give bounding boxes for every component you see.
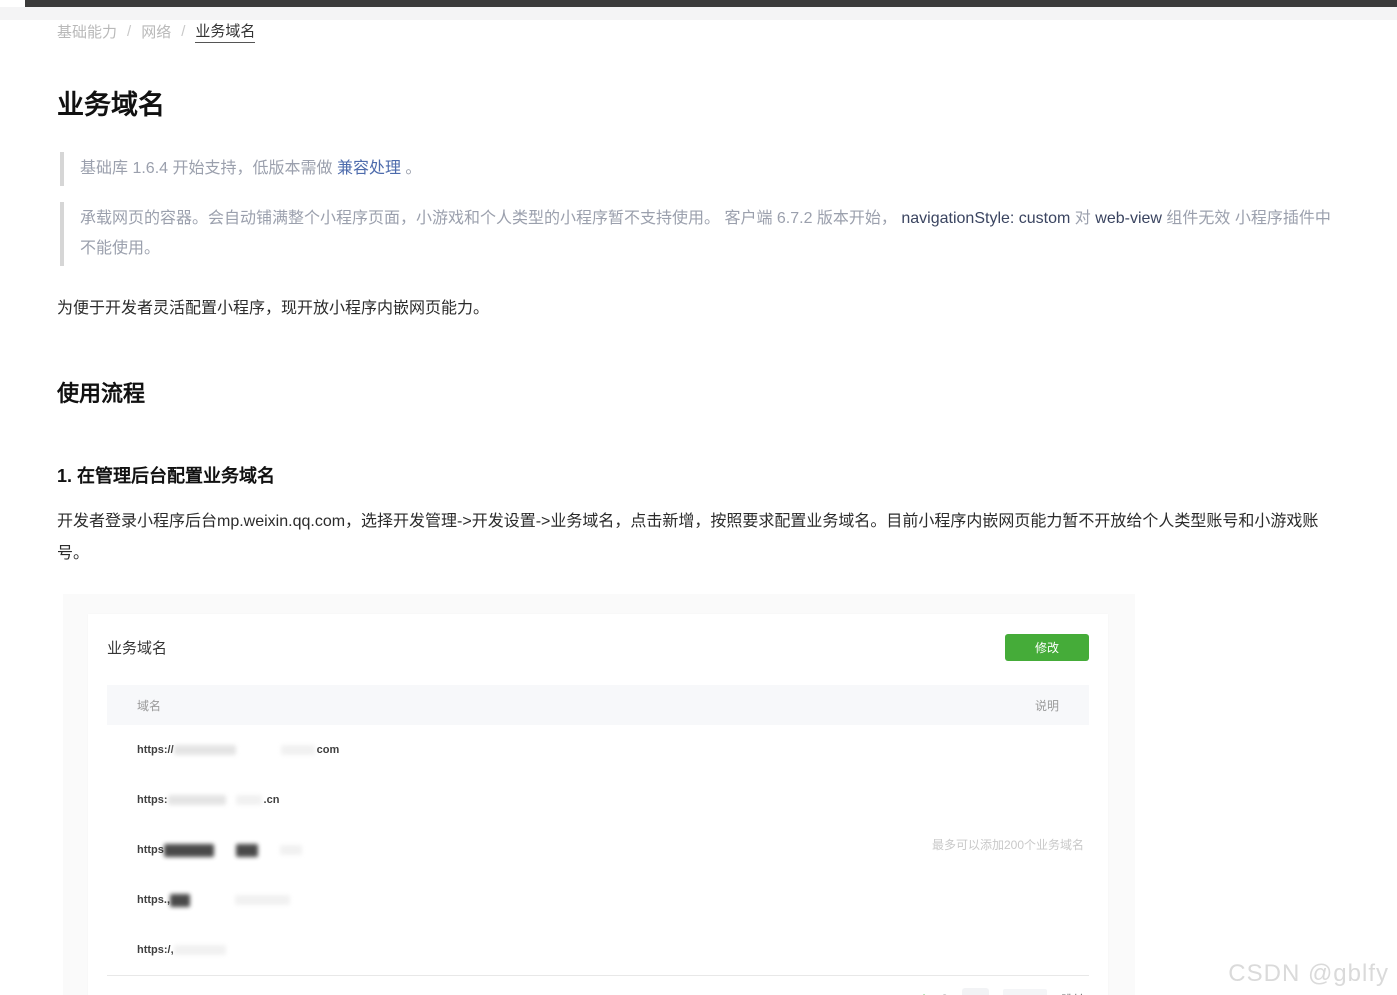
table-row: https:/,	[107, 925, 1089, 975]
console-card-header: 业务域名 修改	[107, 634, 1089, 661]
compat-note-text: 基础库 1.6.4 开始支持，低版本需做	[80, 160, 337, 177]
intro-paragraph: 为便于开发者灵活配置小程序，现开放小程序内嵌网页能力。	[57, 294, 1347, 318]
container-note: 承载网页的容器。会自动铺满整个小程序页面，小游戏和个人类型的小程序暂不支持使用。…	[60, 202, 1342, 266]
redaction-mask	[281, 745, 315, 755]
redaction-mask	[236, 844, 258, 857]
breadcrumb-separator: /	[181, 23, 185, 40]
redaction-mask	[236, 795, 262, 805]
domain-prefix: https.,	[137, 894, 170, 906]
redaction-mask	[164, 844, 214, 857]
redaction-mask	[174, 745, 236, 755]
column-domain: 域名	[137, 697, 161, 714]
domain-prefix: https://	[137, 744, 174, 756]
domain-suffix: com	[317, 744, 340, 756]
csdn-watermark: CSDN @gblfy	[1228, 960, 1389, 988]
page-jump-input[interactable]	[1003, 989, 1047, 995]
table-row: https: .cn	[107, 775, 1089, 825]
section-title-usage-flow: 使用流程	[57, 376, 1347, 408]
pagination: 1 2 > 跳转	[107, 988, 1089, 995]
redaction-mask	[174, 945, 226, 955]
domain-prefix: https:/,	[137, 944, 174, 956]
pagination-next-button[interactable]: >	[962, 988, 989, 995]
table-header: 域名 说明	[107, 685, 1089, 725]
top-strip	[0, 7, 1397, 20]
column-description: 说明	[1035, 697, 1059, 714]
table-divider	[107, 975, 1089, 976]
breadcrumb-separator: /	[127, 23, 131, 40]
console-card: 业务域名 修改 域名 说明 https:// com https: .cn	[88, 614, 1108, 995]
container-note-seg1: 承载网页的容器。会自动铺满整个小程序页面，小游戏和个人类型的小程序暂不支持使用。…	[80, 210, 901, 227]
code-web-view: web-view	[1095, 210, 1162, 227]
domain-suffix: .cn	[264, 794, 280, 806]
domain-limit-note: 最多可以添加200个业务域名	[932, 836, 1084, 853]
step-1-title: 1. 在管理后台配置业务域名	[57, 462, 1347, 488]
redaction-mask	[170, 894, 190, 907]
domain-prefix: https	[137, 844, 164, 856]
doc-content: 基础能力 / 网络 / 业务域名 业务域名 基础库 1.6.4 开始支持，低版本…	[57, 20, 1347, 995]
console-screenshot: 业务域名 修改 域名 说明 https:// com https: .cn	[63, 594, 1135, 995]
top-scroll-bar	[25, 0, 1397, 7]
compat-link[interactable]: 兼容处理	[337, 160, 401, 177]
page-title: 业务域名	[57, 83, 1347, 122]
compat-note: 基础库 1.6.4 开始支持，低版本需做 兼容处理 。	[60, 152, 1347, 186]
page-jump-label[interactable]: 跳转	[1061, 991, 1085, 995]
step-1-body: 开发者登录小程序后台mp.weixin.qq.com，选择开发管理->开发设置-…	[57, 506, 1343, 570]
redaction-mask	[168, 795, 226, 805]
breadcrumb-item-capability[interactable]: 基础能力	[57, 21, 117, 42]
redaction-mask	[235, 895, 290, 905]
table-row: https:// com	[107, 725, 1089, 775]
edit-button[interactable]: 修改	[1005, 634, 1089, 661]
breadcrumb-item-network[interactable]: 网络	[141, 21, 171, 42]
breadcrumb: 基础能力 / 网络 / 业务域名	[57, 20, 1347, 43]
domain-prefix: https:	[137, 794, 168, 806]
console-title: 业务域名	[107, 637, 167, 658]
container-note-seg2: 对	[1070, 210, 1095, 227]
compat-note-tail: 。	[401, 160, 421, 177]
breadcrumb-item-current[interactable]: 业务域名	[195, 20, 255, 43]
redaction-mask	[280, 845, 302, 855]
table-row: https.,	[107, 875, 1089, 925]
code-navigation-style: navigationStyle: custom	[901, 210, 1070, 227]
